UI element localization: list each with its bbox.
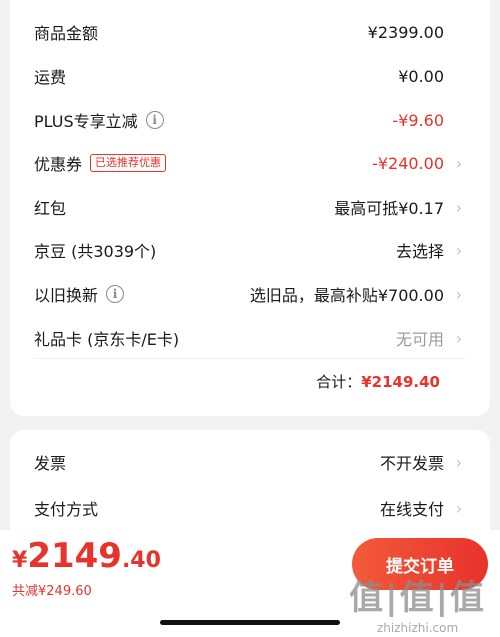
chevron-right-icon: › [455,284,463,304]
info-circle-icon[interactable]: i [106,285,125,303]
row-goods-amount: 商品金额 ¥2399.00 [10,12,490,52]
coupon-recommended-tag: 已选推荐优惠 [90,154,167,172]
info-circle-icon[interactable]: i [145,111,164,129]
shipping-label: 运费 [34,68,67,87]
plus-discount-label: PLUS专享立减 [34,112,138,131]
red-packet-label: 红包 [34,199,67,218]
chevron-right-icon: › [455,498,463,518]
home-indicator [160,620,340,625]
currency-symbol: ¥ [12,548,28,573]
row-payment-method[interactable]: 支付方式 在线支付 › [10,488,490,528]
row-shipping: 运费 ¥0.00 [10,56,490,96]
chevron-right-icon: › [455,153,463,173]
row-jd-beans[interactable]: 京豆 (共3039个) 去选择 › [10,230,490,270]
goods-amount-value: ¥2399.00 [367,22,444,42]
divider [34,358,466,359]
chevron-right-icon: › [455,328,463,348]
row-plus-discount: PLUS专享立减 i -¥9.60 [10,100,490,140]
plus-discount-value: -¥9.60 [392,110,444,130]
watermark-text: zhizhizhi.com [376,621,459,635]
row-coupon[interactable]: 优惠券 已选推荐优惠 -¥240.00 › [10,143,490,183]
chevron-right-icon: › [455,197,463,217]
row-invoice[interactable]: 发票 不开发票 › [10,442,490,482]
gift-card-value: 无可用 [395,330,444,349]
final-price: ¥ 2149 .40 [12,536,161,576]
watermark-logo: 值|值|值 zhizhizhi.com [349,570,486,635]
jd-beans-label: 京豆 (共3039个) [34,242,157,261]
total-value: ¥2149.40 [361,372,440,391]
trade-in-value: 选旧品，最高补贴¥700.00 [249,286,444,305]
row-gift-card[interactable]: 礼品卡 (京东卡/E卡) 无可用 › [10,318,490,358]
invoice-label: 发票 [34,454,67,473]
red-packet-value: 最高可抵¥0.17 [334,199,444,218]
total-row: 合计： ¥2149.40 [316,371,440,392]
price-integer: 2149 [27,536,122,576]
payment-method-value: 在线支付 [379,500,444,519]
watermark-mark: 值|值|值 [349,578,486,618]
trade-in-label: 以旧换新 [34,286,99,305]
order-summary-card: 商品金额 ¥2399.00 运费 ¥0.00 PLUS专享立减 i -¥9.60… [10,0,490,416]
total-saved: 共减¥249.60 [12,584,92,599]
row-red-packet[interactable]: 红包 最高可抵¥0.17 › [10,187,490,227]
coupon-value: -¥240.00 [372,153,444,173]
goods-amount-label: 商品金额 [34,24,99,43]
chevron-right-icon: › [455,240,463,260]
jd-beans-value: 去选择 [395,242,444,261]
shipping-value: ¥0.00 [398,66,444,86]
coupon-label: 优惠券 [34,155,83,174]
total-label: 合计： [316,373,362,391]
row-trade-in[interactable]: 以旧换新 i 选旧品，最高补贴¥700.00 › [10,274,490,314]
price-decimal: .40 [121,548,161,573]
payment-method-label: 支付方式 [34,500,99,519]
chevron-right-icon: › [455,452,463,472]
gift-card-label: 礼品卡 (京东卡/E卡) [34,330,180,349]
invoice-value: 不开发票 [379,454,444,473]
